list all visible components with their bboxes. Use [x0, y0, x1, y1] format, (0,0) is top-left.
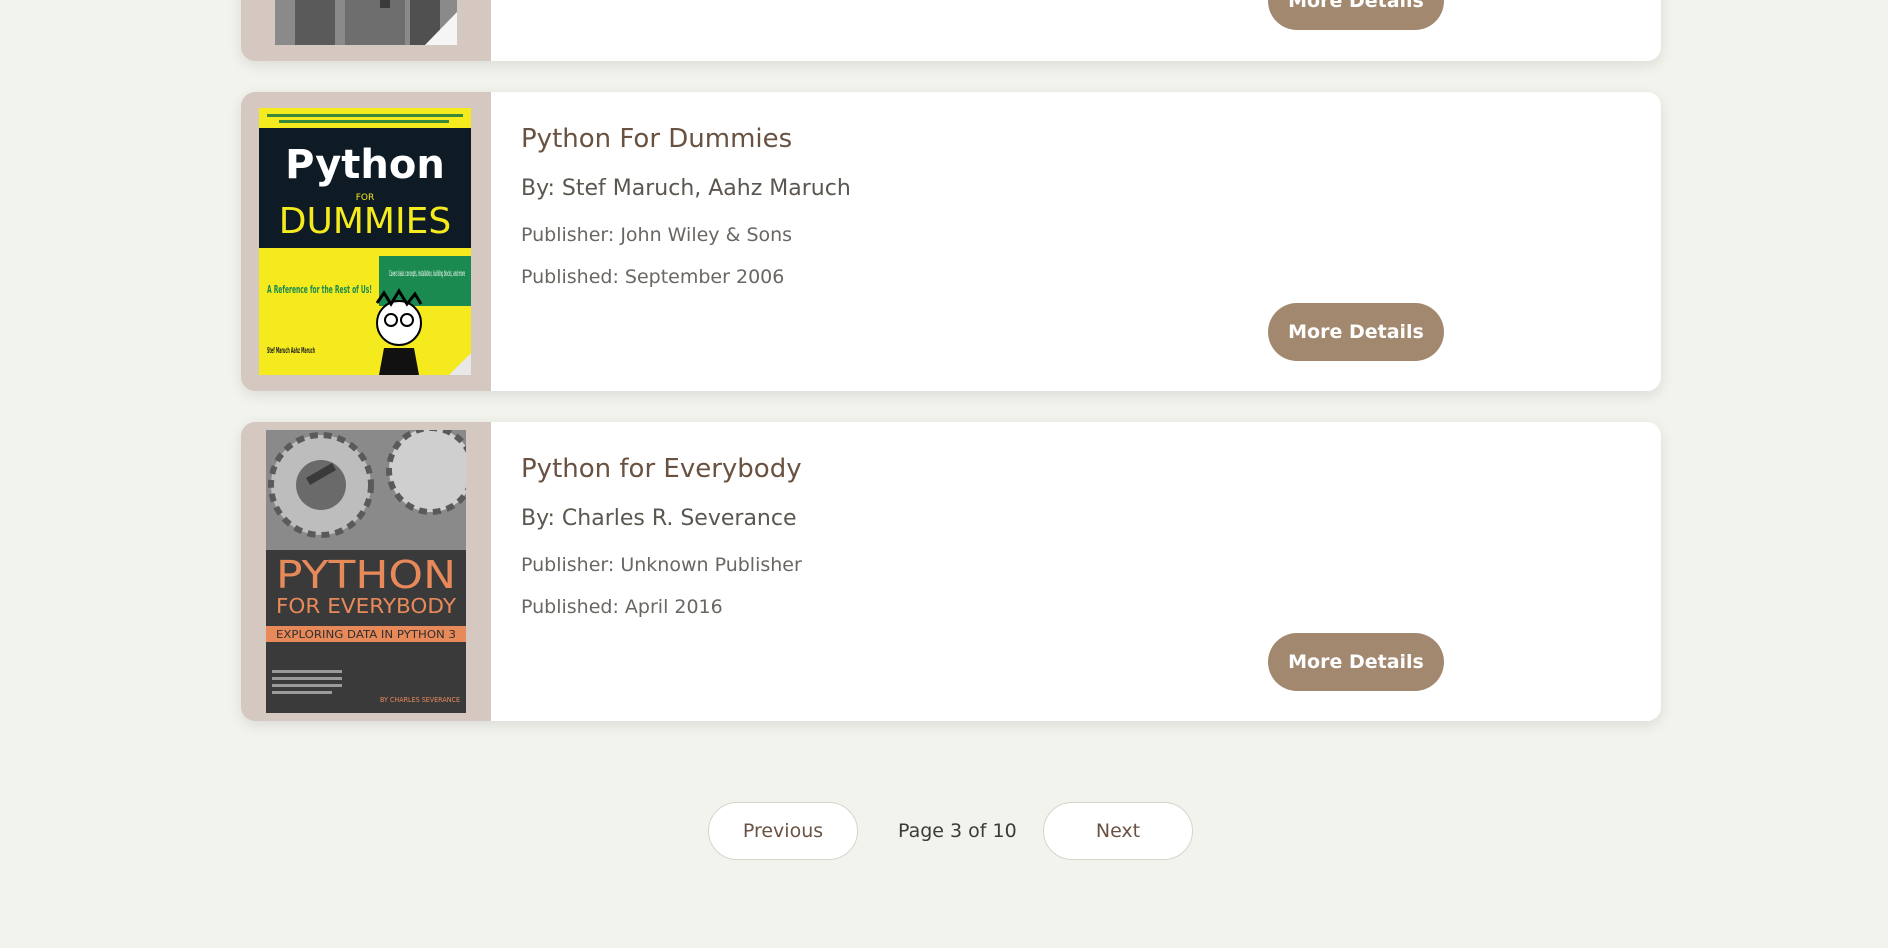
book-published-date: Published: April 2016: [521, 596, 723, 618]
cover-band-text: EXPLORING DATA IN PYTHON 3: [276, 628, 456, 641]
python-for-dummies-cover-image: Python FOR DUMMIES Covers basic concepts…: [259, 108, 471, 375]
python-for-everybody-cover-image: PYTHON FOR EVERYBODY EXPLORING DATA IN P…: [266, 430, 466, 713]
book-title: Python for Everybody: [521, 454, 802, 484]
cover-author-text: BY CHARLES SEVERANCE: [380, 696, 460, 704]
book-info: More Details: [521, 0, 1661, 61]
cover-series-text: DUMMIES: [279, 201, 451, 242]
book-list: More Details Python FOR DUMMIES Covers b…: [0, 0, 1888, 948]
cover-badge-text: Covers basic concepts, installation, bui…: [389, 269, 465, 278]
book-card: Python FOR DUMMIES Covers basic concepts…: [241, 92, 1661, 391]
cover-subtitle-text: FOR EVERYBODY: [276, 594, 457, 618]
book-title: Python For Dummies: [521, 124, 793, 154]
more-details-button[interactable]: More Details: [1268, 303, 1444, 361]
book-info: Python For Dummies By: Stef Maruch, Aahz…: [521, 92, 1661, 391]
more-details-button[interactable]: More Details: [1268, 633, 1444, 691]
book-author: By: Stef Maruch, Aahz Maruch: [521, 176, 851, 201]
book-publisher: Publisher: John Wiley & Sons: [521, 224, 793, 246]
castle-cover-image: [275, 0, 457, 45]
cover-frame: [241, 0, 491, 61]
cover-authors-text: Stef Maruch Aahz Maruch: [267, 346, 315, 355]
more-details-button[interactable]: More Details: [1268, 0, 1444, 30]
cover-tagline-text: A Reference for the Rest of Us!: [267, 283, 372, 296]
book-card: PYTHON FOR EVERYBODY EXPLORING DATA IN P…: [241, 422, 1661, 721]
book-info: Python for Everybody By: Charles R. Seve…: [521, 422, 1661, 721]
cover-title-text: Python: [285, 142, 445, 188]
cover-frame: PYTHON FOR EVERYBODY EXPLORING DATA IN P…: [241, 422, 491, 721]
book-published-date: Published: September 2006: [521, 266, 785, 288]
page-indicator: Page 3 of 10: [898, 820, 1017, 842]
previous-page-button[interactable]: Previous: [708, 802, 858, 860]
book-card: More Details: [241, 0, 1661, 61]
next-page-button[interactable]: Next: [1043, 802, 1193, 860]
cover-frame: Python FOR DUMMIES Covers basic concepts…: [241, 92, 491, 391]
book-publisher: Publisher: Unknown Publisher: [521, 554, 802, 576]
cover-title-text: PYTHON: [276, 553, 456, 597]
pagination: Previous Page 3 of 10 Next: [0, 802, 1888, 862]
book-author: By: Charles R. Severance: [521, 506, 797, 531]
